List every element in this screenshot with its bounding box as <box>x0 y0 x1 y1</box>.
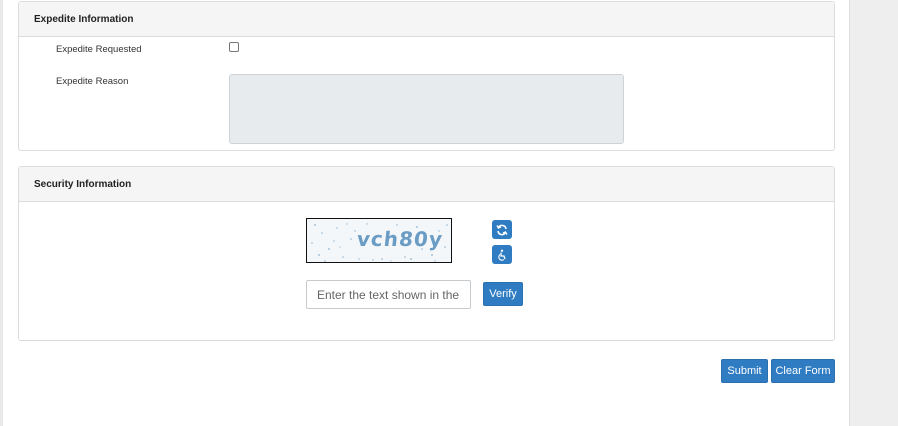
clear-form-button[interactable]: Clear Form <box>771 359 835 383</box>
captcha-input[interactable] <box>306 280 471 309</box>
expedite-reason-label: Expedite Reason <box>56 76 129 87</box>
submit-button[interactable]: Submit <box>721 359 768 383</box>
expedite-requested-checkbox[interactable] <box>229 42 239 52</box>
expedite-requested-label: Expedite Requested <box>56 44 142 55</box>
verify-button[interactable]: Verify <box>483 282 523 306</box>
expedite-reason-textarea[interactable] <box>229 74 624 144</box>
form-page: Expedite Information Expedite Requested … <box>0 0 850 426</box>
left-border <box>0 0 3 426</box>
captcha-refresh-button[interactable] <box>492 220 512 239</box>
security-panel-title: Security Information <box>19 167 834 202</box>
accessibility-audio-icon <box>498 249 506 261</box>
refresh-icon <box>496 224 508 235</box>
expedite-panel-title: Expedite Information <box>19 2 834 37</box>
captcha-audio-button[interactable] <box>492 245 512 264</box>
captcha-text: vch80y <box>355 227 445 251</box>
captcha-image: vch80y <box>306 218 452 263</box>
